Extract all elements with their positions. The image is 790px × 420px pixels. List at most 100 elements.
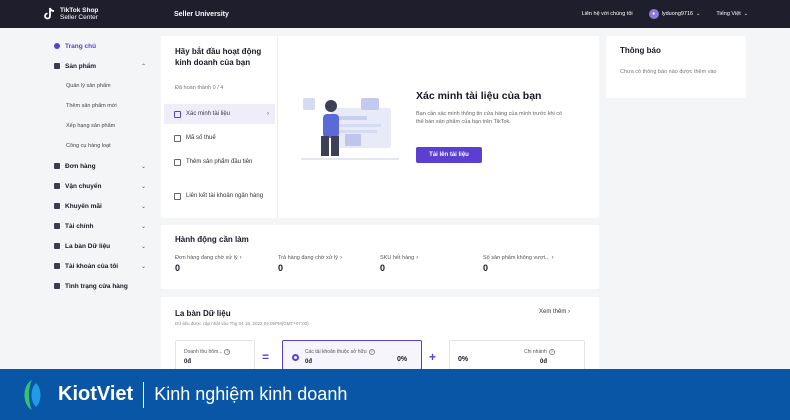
- action-pending-returns[interactable]: Trả hàng đang chờ xử lý › 0: [278, 255, 378, 273]
- sidebar-item-label: Tình trạng cửa hàng: [65, 282, 128, 290]
- chevron-right-icon: ›: [551, 255, 554, 261]
- sidebar-item-label: Tài chính: [65, 222, 94, 230]
- chevron-down-icon: ⌄: [140, 183, 146, 190]
- chevron-up-icon: ⌃: [140, 63, 146, 70]
- verify-description: Bạn cần xác minh thông tin cửa hàng của …: [416, 111, 563, 125]
- box-icon: [53, 62, 61, 70]
- metric-revenue-today[interactable]: Doanh thu hôm...? 0đ: [175, 340, 255, 370]
- metric-label: Các tài khoản thuộc sở hữu: [305, 349, 367, 355]
- sidebar: Trang chủ Sản phẩm ⌃ Quản lý sản phẩm Th…: [44, 36, 154, 296]
- chevron-right-icon: ›: [339, 255, 342, 261]
- action-value: 0: [175, 263, 181, 273]
- document-icon: [174, 110, 181, 118]
- product-icon: [174, 159, 181, 166]
- language-selector[interactable]: Tiếng Việt ⌄: [716, 11, 748, 17]
- verification-illustration: [301, 98, 399, 160]
- sidebar-item-products[interactable]: Sản phẩm ⌃: [44, 56, 154, 76]
- help-icon: ?: [548, 349, 555, 355]
- chevron-down-icon: ⌄: [696, 11, 701, 17]
- step-label: Thêm sản phẩm đầu tiên: [186, 159, 253, 165]
- sidebar-subitem-add-product[interactable]: Thêm sản phẩm mới: [44, 96, 154, 116]
- top-navbar: TikTok Shop Seller Center Seller Univers…: [0, 0, 790, 28]
- sidebar-item-home[interactable]: Trang chủ: [44, 36, 154, 56]
- metric-branch[interactable]: 0% Chi nhánh? 0đ: [449, 340, 585, 370]
- language-label: Tiếng Việt: [716, 11, 741, 17]
- action-out-of-stock[interactable]: SKU hết hàng › 0: [380, 255, 480, 273]
- action-value: 0: [278, 263, 284, 273]
- actions-panel: Hành động cần làm Đơn hàng đang chờ xử l…: [161, 225, 599, 289]
- sidebar-subitem-product-ranking[interactable]: Xếp hạng sản phẩm: [44, 116, 154, 136]
- sidebar-item-shipping[interactable]: Vận chuyển ⌄: [44, 176, 154, 196]
- heart-icon: [53, 282, 61, 290]
- step-label: Mã số thuế: [186, 135, 216, 141]
- compass-updated-text: Dữ liệu được cập nhật vào Thg 04 18, 202…: [175, 321, 309, 326]
- wallet-icon: [53, 222, 61, 230]
- kiotviet-banner: KiotViet Kinh nghiệm kinh doanh: [0, 369, 790, 420]
- metric-value: 0đ: [540, 359, 548, 365]
- user-icon: [53, 262, 61, 270]
- brand-line2: Seller Center: [60, 14, 98, 21]
- upload-documents-button[interactable]: Tải lên tài liệu: [416, 147, 482, 163]
- banner-divider: [143, 381, 145, 408]
- radio-selected-icon: [292, 354, 299, 361]
- sidebar-item-label: Khuyến mãi: [65, 202, 102, 210]
- step-label: Liên kết tài khoản ngân hàng: [186, 193, 264, 199]
- sidebar-item-shop-health[interactable]: Tình trạng cửa hàng: [44, 276, 154, 296]
- step-first-product[interactable]: Thêm sản phẩm đầu tiên: [164, 158, 275, 166]
- user-menu[interactable]: ● lyduong9716 ⌄: [648, 9, 701, 19]
- contact-link[interactable]: Liên hệ với chúng tôi: [582, 11, 633, 17]
- help-icon: ?: [224, 349, 231, 355]
- sidebar-item-label: Vận chuyển: [65, 182, 102, 190]
- metric-value: 0đ: [184, 359, 192, 365]
- notice-empty-text: Chưa có thông báo nào được thêm vào: [620, 69, 717, 75]
- compass-title: La bàn Dữ liệu: [175, 309, 231, 318]
- notice-panel: Thông báo Chưa có thông báo nào được thê…: [606, 36, 746, 98]
- step-bank-account[interactable]: Liên kết tài khoản ngân hàng: [164, 192, 275, 200]
- action-products-not-passed[interactable]: Số sản phẩm không vượt... › 0: [483, 255, 583, 273]
- chevron-down-icon: ⌄: [743, 11, 748, 17]
- chevron-down-icon: ⌄: [140, 163, 146, 170]
- chevron-right-icon: ›: [267, 111, 269, 117]
- chevron-down-icon: ⌄: [140, 243, 146, 250]
- see-more-link[interactable]: Xem thêm ›: [539, 309, 570, 315]
- sidebar-item-account[interactable]: Tài khoản của tôi ⌄: [44, 256, 154, 276]
- brand-line1: TikTok Shop: [60, 7, 99, 14]
- truck-icon: [53, 182, 61, 190]
- sidebar-subitem-bulk-tools[interactable]: Công cụ hàng loạt: [44, 136, 154, 156]
- kiotviet-brand: KiotViet: [58, 383, 134, 405]
- action-pending-orders[interactable]: Đơn hàng đang chờ xử lý › 0: [175, 255, 275, 273]
- chevron-right-icon: ›: [239, 255, 242, 261]
- tiktok-icon: [42, 7, 56, 21]
- verify-title: Xác minh tài liệu của bạn: [416, 90, 542, 102]
- banner-tagline: Kinh nghiệm kinh doanh: [154, 384, 348, 404]
- tiktok-shop-logo[interactable]: TikTok Shop Seller Center: [42, 7, 174, 21]
- equals-sign: =: [262, 350, 270, 364]
- sidebar-item-promotions[interactable]: Khuyến mãi ⌄: [44, 196, 154, 216]
- progress-text: Đã hoàn thành 0 / 4: [175, 85, 224, 91]
- action-label: SKU hết hàng: [380, 255, 415, 261]
- sidebar-item-label: La bàn Dữ liệu: [65, 242, 111, 250]
- sidebar-subitem-manage-products[interactable]: Quản lý sản phẩm: [44, 76, 154, 96]
- sidebar-item-finance[interactable]: Tài chính ⌄: [44, 216, 154, 236]
- sidebar-item-orders[interactable]: Đơn hàng ⌄: [44, 156, 154, 176]
- sidebar-item-label: Tài khoản của tôi: [65, 262, 119, 270]
- step-verify-documents[interactable]: Xác minh tài liệu ›: [164, 104, 275, 124]
- sidebar-item-data-compass[interactable]: La bàn Dữ liệu ⌄: [44, 236, 154, 256]
- chevron-down-icon: ⌄: [140, 223, 146, 230]
- bank-card-icon: [174, 193, 181, 200]
- metric-percent: 0%: [458, 356, 469, 363]
- help-icon: ?: [368, 349, 375, 355]
- seller-university-link[interactable]: Seller University: [174, 11, 229, 18]
- action-value: 0: [483, 263, 489, 273]
- notice-title: Thông báo: [620, 46, 661, 55]
- tax-icon: [174, 135, 181, 142]
- kiotviet-logo-icon: [24, 379, 41, 410]
- chevron-down-icon: ⌄: [140, 263, 146, 270]
- getting-started-panel: Hãy bắt đầu hoạt động kinh doanh của bạn…: [161, 36, 599, 218]
- megaphone-icon: [53, 202, 61, 210]
- action-label: Đơn hàng đang chờ xử lý: [175, 255, 238, 261]
- metric-owned-accounts[interactable]: Các tài khoản thuộc sở hữu? 0đ 0%: [282, 340, 422, 370]
- step-tax-code[interactable]: Mã số thuế: [164, 134, 275, 142]
- sidebar-item-label: Trang chủ: [65, 42, 97, 50]
- metric-value: 0đ: [305, 359, 313, 365]
